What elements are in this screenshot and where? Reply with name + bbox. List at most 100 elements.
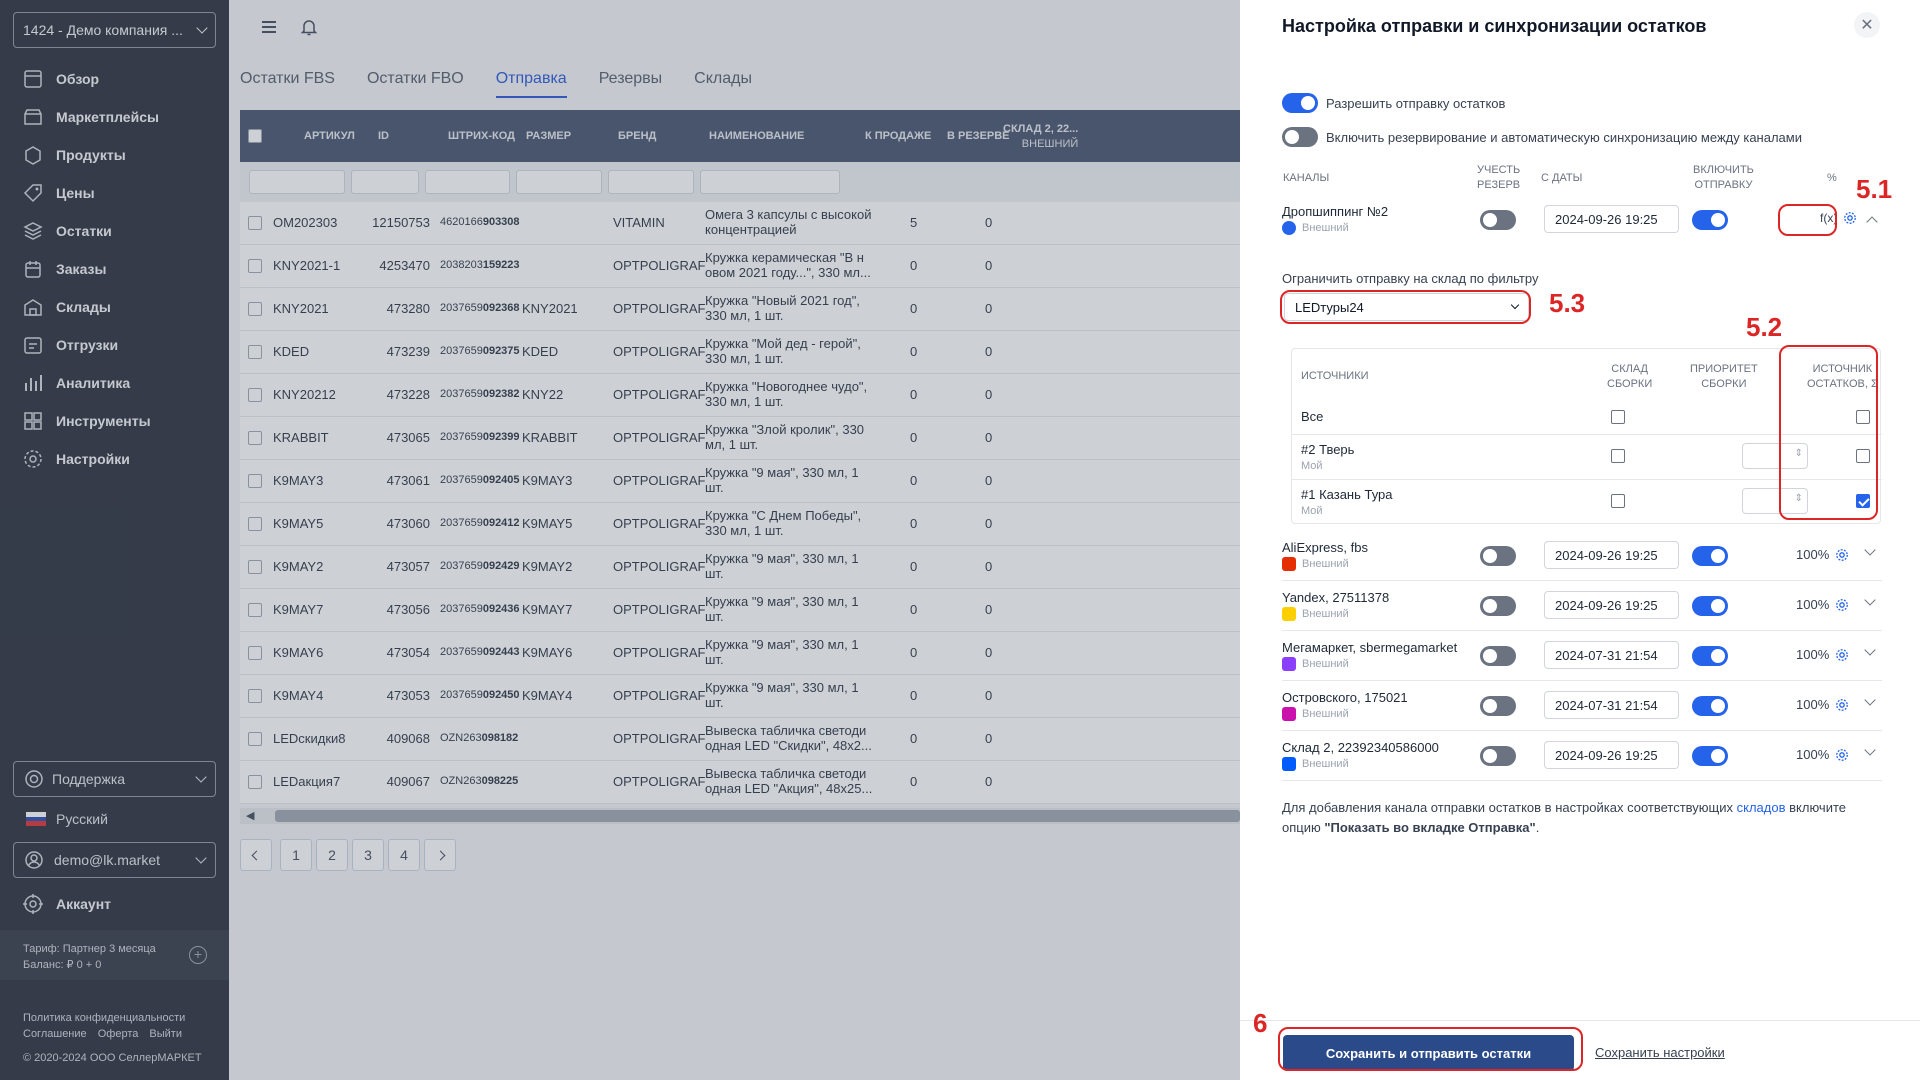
col-barcode[interactable]: ШТРИХ-КОД xyxy=(448,130,515,142)
table-row[interactable]: K9MAY5 473060 2037659092412 K9MAY5 OPTPOLIGR… xyxy=(240,503,1240,546)
col-article[interactable]: АРТИКУЛ xyxy=(304,130,355,142)
filter-brand[interactable] xyxy=(608,170,694,194)
assembly-checkbox[interactable] xyxy=(1611,410,1625,424)
table-row[interactable]: KNY2021 473280 2037659092368 KNY2021 OPTPOLI… xyxy=(240,288,1240,331)
row-checkbox[interactable] xyxy=(248,732,262,746)
limit-filter-select[interactable]: LEDтуры24 xyxy=(1284,293,1529,321)
table-row[interactable]: LEDскидки8 409068 OZN263098182 OPTPOLIGRAF В… xyxy=(240,718,1240,761)
filter-id[interactable] xyxy=(351,170,419,194)
enable-reserve-toggle[interactable] xyxy=(1282,127,1318,147)
chevron-down-icon[interactable] xyxy=(1864,694,1876,706)
stock-source-checkbox[interactable] xyxy=(1856,410,1870,424)
sidebar-item-marketplaces[interactable]: Маркетплейсы xyxy=(0,98,229,136)
row-checkbox[interactable] xyxy=(248,689,262,703)
table-row[interactable]: KRABBIT 473065 2037659092399 KRABBIT OPTPOLI… xyxy=(240,417,1240,460)
scroll-left-icon[interactable]: ◀ xyxy=(246,809,254,822)
row-checkbox[interactable] xyxy=(248,216,262,230)
col-size[interactable]: РАЗМЕР xyxy=(526,130,571,142)
page-2-button[interactable]: 2 xyxy=(316,839,348,871)
row-checkbox[interactable] xyxy=(248,517,262,531)
table-row[interactable]: K9MAY2 473057 2037659092429 K9MAY2 OPTPOLIGR… xyxy=(240,546,1240,589)
sidebar-item-prices[interactable]: Цены xyxy=(0,174,229,212)
col-brand[interactable]: БРЕНД xyxy=(618,130,656,142)
row-checkbox[interactable] xyxy=(248,474,262,488)
percent-setting[interactable]: 100% xyxy=(1796,597,1849,612)
row-checkbox[interactable] xyxy=(248,345,262,359)
account-link[interactable]: Аккаунт xyxy=(22,893,111,915)
from-date-input[interactable]: 2024-09-26 19:25 xyxy=(1544,541,1679,569)
reserve-toggle[interactable] xyxy=(1480,696,1516,716)
filter-barcode[interactable] xyxy=(425,170,510,194)
col-warehouse[interactable]: СКЛАД 2, 22... ВНЕШНИЙ xyxy=(1003,122,1078,152)
logout-link[interactable]: Выйти xyxy=(149,1028,182,1040)
from-date-input[interactable]: 2024-09-26 19:25 xyxy=(1544,741,1679,769)
gear-icon[interactable] xyxy=(1835,698,1849,712)
table-row[interactable]: K9MAY6 473054 2037659092443 K9MAY6 OPTPOLIGR… xyxy=(240,632,1240,675)
percent-setting[interactable]: 100% xyxy=(1796,547,1849,562)
support-select[interactable]: Поддержка xyxy=(13,761,216,797)
col-reserved[interactable]: В РЕЗЕРВЕ xyxy=(947,130,1010,142)
sidebar-item-products[interactable]: Продукты xyxy=(0,136,229,174)
warehouses-link[interactable]: складов xyxy=(1737,800,1786,815)
col-name[interactable]: НАИМЕНОВАНИЕ xyxy=(709,130,804,142)
table-row[interactable]: K9MAY7 473056 2037659092436 K9MAY7 OPTPOLIGR… xyxy=(240,589,1240,632)
gear-icon[interactable] xyxy=(1835,548,1849,562)
agreement-link[interactable]: Соглашение xyxy=(23,1028,87,1040)
horizontal-scrollbar[interactable]: ◀ xyxy=(240,808,1240,824)
sidebar-item-shipments[interactable]: Отгрузки xyxy=(0,326,229,364)
sidebar-item-overview[interactable]: Обзор xyxy=(0,60,229,98)
company-select[interactable]: 1424 - Демо компания ... xyxy=(13,12,216,48)
select-all-checkbox[interactable] xyxy=(248,129,262,143)
reserve-toggle[interactable] xyxy=(1480,596,1516,616)
col-for-sale[interactable]: К ПРОДАЖЕ xyxy=(865,130,931,142)
chevron-down-icon[interactable] xyxy=(1864,644,1876,656)
percent-setting[interactable]: 100% xyxy=(1796,747,1849,762)
page-3-button[interactable]: 3 xyxy=(352,839,384,871)
sidebar-item-settings[interactable]: Настройки xyxy=(0,440,229,478)
table-row[interactable]: LEDакция7 409067 OZN263098225 OPTPOLIGRAF Вы… xyxy=(240,761,1240,804)
table-row[interactable]: K9MAY3 473061 2037659092405 K9MAY3 OPTPOLIGR… xyxy=(240,460,1240,503)
send-toggle[interactable] xyxy=(1692,596,1728,616)
row-checkbox[interactable] xyxy=(248,259,262,273)
priority-input[interactable] xyxy=(1742,443,1808,469)
table-row[interactable]: K9MAY4 473053 2037659092450 K9MAY4 OPTPOLIGR… xyxy=(240,675,1240,718)
reserve-toggle[interactable] xyxy=(1480,210,1516,230)
send-toggle[interactable] xyxy=(1692,210,1728,230)
stock-source-checkbox[interactable] xyxy=(1856,494,1870,508)
row-checkbox[interactable] xyxy=(248,302,262,316)
sidebar-item-stock[interactable]: Остатки xyxy=(0,212,229,250)
gear-icon[interactable] xyxy=(1835,648,1849,662)
chevron-up-icon[interactable] xyxy=(1866,216,1878,228)
stock-source-checkbox[interactable] xyxy=(1856,449,1870,463)
close-button[interactable]: ✕ xyxy=(1854,12,1880,38)
allow-send-toggle[interactable] xyxy=(1282,93,1318,113)
assembly-checkbox[interactable] xyxy=(1611,494,1625,508)
send-toggle[interactable] xyxy=(1692,646,1728,666)
filter-article[interactable] xyxy=(249,170,345,194)
gear-icon[interactable] xyxy=(1843,211,1857,225)
percent-setting[interactable]: 100% xyxy=(1796,647,1849,662)
table-row[interactable]: KNY2021-1 4253470 2038203159223 OPTPOLIGRAF… xyxy=(240,245,1240,288)
reserve-toggle[interactable] xyxy=(1480,546,1516,566)
language-switch[interactable]: Русский xyxy=(26,811,108,827)
send-toggle[interactable] xyxy=(1692,696,1728,716)
page-1-button[interactable]: 1 xyxy=(280,839,312,871)
tab-0[interactable]: Остатки FBS xyxy=(240,70,335,98)
from-date-input[interactable]: 2024-07-31 21:54 xyxy=(1544,691,1679,719)
formula-setting[interactable]: f(x) xyxy=(1820,211,1857,225)
sidebar-item-orders[interactable]: Заказы xyxy=(0,250,229,288)
add-balance-button[interactable]: + xyxy=(189,946,207,964)
save-and-send-button[interactable]: Сохранить и отправить остатки xyxy=(1283,1035,1574,1071)
privacy-link[interactable]: Политика конфиденциальности xyxy=(23,1012,185,1024)
chevron-down-icon[interactable] xyxy=(1864,594,1876,606)
sidebar-item-analytics[interactable]: Аналитика xyxy=(0,364,229,402)
table-row[interactable]: KNY20212 473228 2037659092382 KNY22 OPTPOLIG… xyxy=(240,374,1240,417)
row-checkbox[interactable] xyxy=(248,388,262,402)
user-select[interactable]: demo@lk.market xyxy=(13,842,216,878)
chevron-down-icon[interactable] xyxy=(1864,744,1876,756)
filter-name[interactable] xyxy=(700,170,840,194)
col-id[interactable]: ID xyxy=(378,130,389,142)
page-4-button[interactable]: 4 xyxy=(388,839,420,871)
tab-3[interactable]: Резервы xyxy=(599,70,662,98)
prev-page-button[interactable] xyxy=(240,839,272,871)
